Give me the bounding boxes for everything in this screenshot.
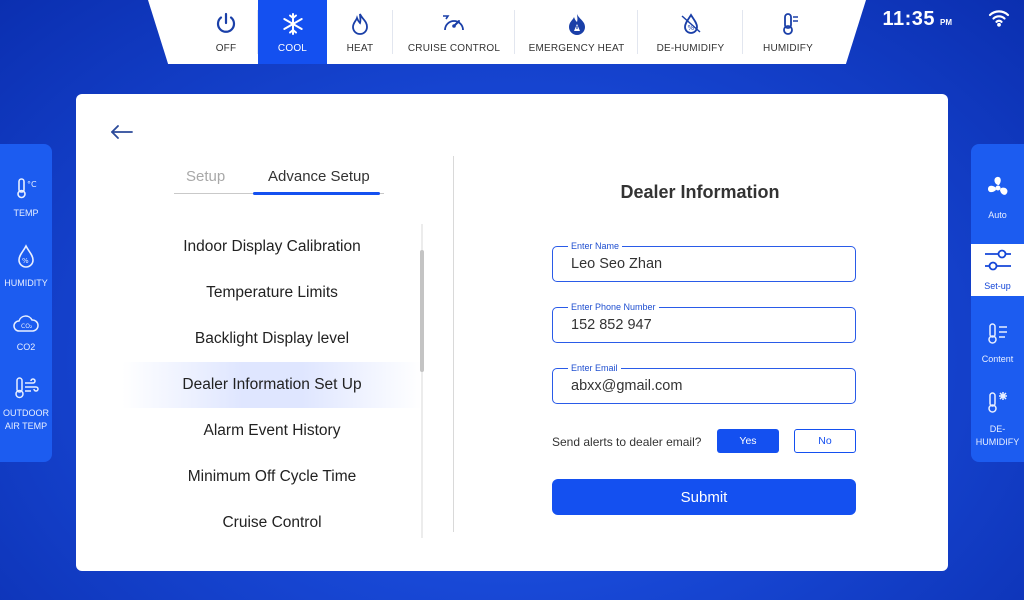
emergency-flame-icon — [564, 11, 590, 37]
dehumidify-thermo-icon — [985, 390, 1011, 420]
sidebar-item-co2[interactable]: CO₂ CO2 — [0, 314, 52, 354]
phone-field-value[interactable]: 152 852 947 — [571, 317, 652, 333]
mode-humidify[interactable]: HUMIDIFY — [743, 0, 833, 64]
right-sidebar: Auto Set-up Content DE- HUMIDIFY — [971, 144, 1024, 462]
mode-cruise-control[interactable]: CRUISE CONTROL — [393, 0, 515, 64]
dealer-info-title: Dealer Information — [620, 182, 780, 202]
tab-setup[interactable]: Setup — [186, 168, 225, 185]
mode-label: OFF — [215, 42, 237, 54]
sidebar-item-label: CO2 — [16, 342, 36, 352]
yes-button[interactable]: Yes — [717, 429, 779, 453]
sidebar-item-label: TEMP — [13, 208, 39, 218]
humidify-icon — [775, 11, 801, 37]
sidebar-item-label: HUMIDITY — [4, 278, 48, 288]
menu-item-backlight-display-level[interactable]: Backlight Display level — [122, 316, 422, 362]
tab-advance-setup[interactable]: Advance Setup — [268, 168, 370, 185]
mode-heat[interactable]: HEAT — [327, 0, 393, 64]
clock-time: 11:35 — [882, 8, 935, 30]
mode-label: EMERGENCY HEAT — [528, 42, 625, 54]
mode-label: DE-HUMIDIFY — [656, 42, 725, 54]
menu-item-temperature-limits[interactable]: Temperature Limits — [122, 270, 422, 316]
submit-button[interactable]: Submit — [552, 479, 856, 515]
name-field-value[interactable]: Leo Seo Zhan — [571, 256, 662, 272]
panel-divider — [453, 156, 454, 532]
wifi-icon — [988, 9, 1010, 32]
name-field[interactable]: Enter Name Leo Seo Zhan — [552, 240, 856, 282]
power-icon — [213, 11, 239, 37]
email-field[interactable]: Enter Email abxx@gmail.com — [552, 362, 856, 404]
gauge-icon — [441, 11, 467, 37]
clock-ampm: PM — [940, 18, 952, 27]
sidebar-item-humidity[interactable]: % HUMIDITY — [0, 244, 52, 290]
menu-item-cruise-control[interactable]: Cruise Control — [122, 500, 422, 538]
sidebar-item-temp[interactable]: °C TEMP — [0, 176, 52, 220]
thermometer-icon: °C — [14, 176, 38, 204]
mode-emergency-heat[interactable]: EMERGENCY HEAT — [515, 0, 638, 64]
sidebar-item-content[interactable]: Content — [971, 322, 1024, 366]
phone-field-label: Enter Phone Number — [568, 301, 659, 313]
mode-label: HUMIDIFY — [763, 42, 813, 54]
mode-off[interactable]: OFF — [194, 0, 258, 64]
mode-list: OFF COOL HEAT CRUISE CONTROL EMERGENCY H… — [194, 0, 833, 64]
flame-icon — [347, 11, 373, 37]
menu-item-indoor-display-calibration[interactable]: Indoor Display Calibration — [122, 224, 422, 270]
menu-scrollbar-thumb[interactable] — [420, 250, 424, 372]
email-field-label: Enter Email — [568, 362, 621, 374]
sliders-icon — [983, 247, 1013, 277]
sidebar-item-label: Set-up — [984, 281, 1011, 291]
menu-item-dealer-information[interactable]: Dealer Information Set Up — [122, 362, 422, 408]
sidebar-item-label: Content — [981, 354, 1014, 364]
left-sidebar: °C TEMP % HUMIDITY CO₂ CO2 OUTDOOR AIR T… — [0, 144, 52, 462]
mode-cool[interactable]: COOL — [258, 0, 327, 64]
svg-text:CO₂: CO₂ — [21, 323, 33, 330]
mode-de-humidify[interactable]: % DE-HUMIDIFY — [638, 0, 743, 64]
no-button[interactable]: No — [794, 429, 856, 453]
dehumidify-icon: % — [678, 11, 704, 37]
active-tab-indicator — [253, 192, 380, 195]
droplet-icon: % — [14, 244, 38, 274]
sidebar-item-de-humidify[interactable]: DE- HUMIDIFY — [971, 390, 1024, 449]
name-field-label: Enter Name — [568, 240, 623, 252]
mode-label: HEAT — [346, 42, 374, 54]
sidebar-item-auto[interactable]: Auto — [971, 174, 1024, 222]
mode-label: COOL — [277, 42, 308, 54]
snowflake-icon — [280, 11, 306, 37]
sidebar-item-label: Auto — [988, 210, 1007, 220]
thermometer-list-icon — [986, 322, 1010, 350]
sidebar-item-outdoor-air-temp[interactable]: OUTDOOR AIR TEMP — [0, 376, 52, 433]
mode-label: CRUISE CONTROL — [407, 42, 501, 54]
clock: 11:35 PM — [882, 8, 952, 31]
alerts-question: Send alerts to dealer email? — [552, 435, 702, 449]
tab-bar: Setup Advance Setup — [174, 166, 384, 195]
sidebar-item-label: HUMIDIFY — [975, 437, 1020, 447]
phone-field[interactable]: Enter Phone Number 152 852 947 — [552, 301, 856, 343]
menu-item-minimum-off-cycle-time[interactable]: Minimum Off Cycle Time — [122, 454, 422, 500]
setup-card: Setup Advance Setup Indoor Display Calib… — [76, 94, 948, 571]
setup-menu-list: Indoor Display Calibration Temperature L… — [122, 224, 422, 538]
back-arrow-icon[interactable] — [110, 124, 134, 145]
outdoor-temp-icon — [13, 376, 39, 404]
sidebar-item-setup[interactable]: Set-up — [971, 244, 1024, 296]
co2-cloud-icon: CO₂ — [12, 314, 40, 338]
menu-item-alarm-event-history[interactable]: Alarm Event History — [122, 408, 422, 454]
svg-text:°C: °C — [27, 180, 37, 189]
sidebar-item-label: DE- — [989, 424, 1006, 434]
svg-text:%: % — [22, 257, 29, 265]
email-field-value[interactable]: abxx@gmail.com — [571, 378, 682, 394]
sidebar-item-label: AIR TEMP — [4, 421, 48, 431]
sidebar-item-label: OUTDOOR — [3, 408, 49, 418]
fan-icon — [984, 174, 1012, 206]
